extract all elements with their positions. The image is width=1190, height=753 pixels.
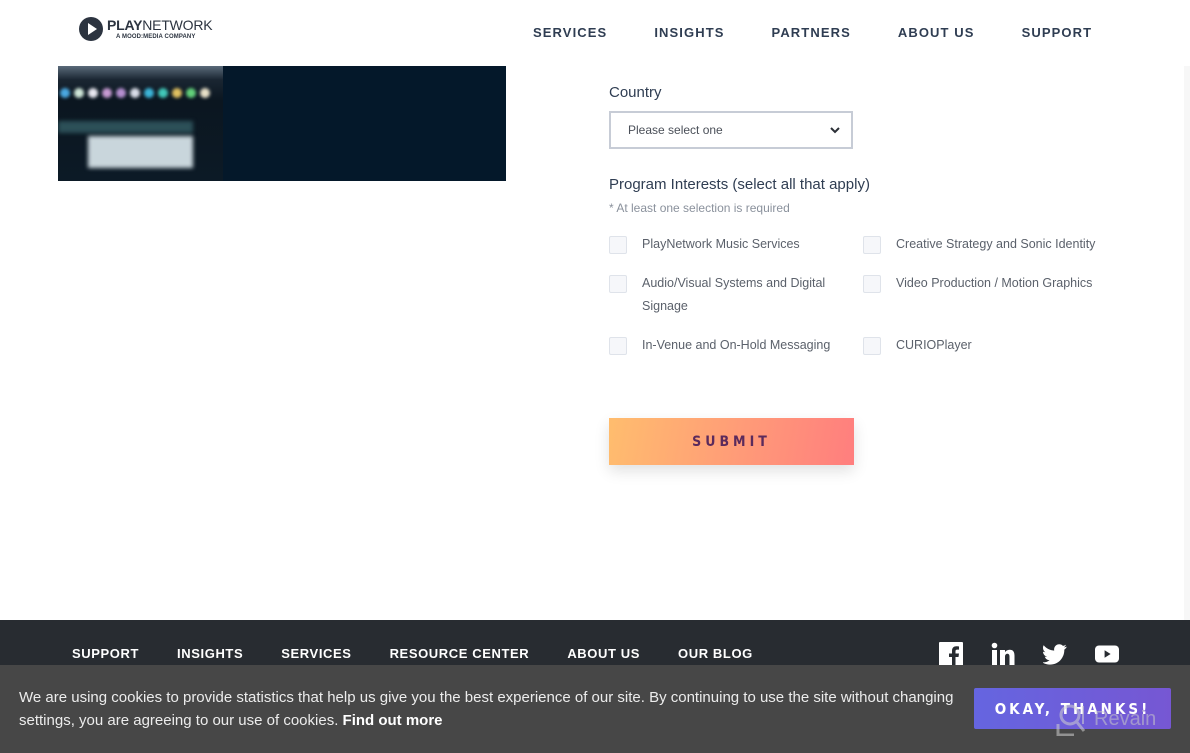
watermark-text: Revain xyxy=(1094,707,1157,730)
site-header: PLAYNETWORK A MOOD:MEDIA COMPANY SERVICE… xyxy=(0,0,1190,66)
checkbox-audio-visual-systems[interactable] xyxy=(609,275,627,293)
footer-nav-resource-center[interactable]: RESOURCE CENTER xyxy=(390,646,530,661)
facebook-icon[interactable] xyxy=(939,642,963,666)
interest-option[interactable]: Audio/Visual Systems and Digital Signage xyxy=(609,275,849,318)
twitter-icon[interactable] xyxy=(1043,642,1067,666)
hero-image xyxy=(58,66,506,181)
revain-watermark: Revain xyxy=(1056,702,1156,736)
main-nav: SERVICES INSIGHTS PARTNERS ABOUT US SUPP… xyxy=(533,25,1139,40)
cookie-message: We are using cookies to provide statisti… xyxy=(19,689,954,729)
chevron-down-icon xyxy=(830,127,840,134)
country-select-value: Please select one xyxy=(628,123,723,137)
interest-option[interactable]: PlayNetwork Music Services xyxy=(609,236,849,256)
interest-option[interactable]: In-Venue and On-Hold Messaging xyxy=(609,337,849,357)
social-links xyxy=(939,642,1147,666)
playnetwork-logo[interactable]: PLAYNETWORK A MOOD:MEDIA COMPANY xyxy=(79,17,213,41)
interest-option[interactable]: CURIOPlayer xyxy=(863,337,1123,357)
required-note: * At least one selection is required xyxy=(609,201,790,215)
youtube-icon[interactable] xyxy=(1095,642,1119,666)
checkbox-in-venue-messaging[interactable] xyxy=(609,337,627,355)
footer-nav-our-blog[interactable]: OUR BLOG xyxy=(678,646,753,661)
footer-nav: SUPPORT INSIGHTS SERVICES RESOURCE CENTE… xyxy=(72,646,791,661)
footer-nav-insights[interactable]: INSIGHTS xyxy=(177,646,243,661)
nav-insights[interactable]: INSIGHTS xyxy=(654,25,724,40)
country-select[interactable]: Please select one xyxy=(609,111,853,149)
checkbox-curioplayer[interactable] xyxy=(863,337,881,355)
revain-logo-icon xyxy=(1056,704,1086,736)
logo-tagline: A MOOD:MEDIA COMPANY xyxy=(116,34,196,40)
footer-nav-services[interactable]: SERVICES xyxy=(281,646,351,661)
nav-about-us[interactable]: ABOUT US xyxy=(898,25,975,40)
scrollbar[interactable] xyxy=(1184,0,1190,620)
page: PLAYNETWORK A MOOD:MEDIA COMPANY SERVICE… xyxy=(0,0,1190,753)
play-logo-icon xyxy=(79,17,103,41)
checkbox-creative-strategy[interactable] xyxy=(863,236,881,254)
checkbox-playnetwork-music-services[interactable] xyxy=(609,236,627,254)
interest-option[interactable]: Creative Strategy and Sonic Identity xyxy=(863,236,1123,256)
checkbox-video-production[interactable] xyxy=(863,275,881,293)
footer-nav-support[interactable]: SUPPORT xyxy=(72,646,139,661)
cookie-banner: We are using cookies to provide statisti… xyxy=(0,665,1190,753)
linkedin-icon[interactable] xyxy=(991,642,1015,666)
logo-name: PLAYNETWORK xyxy=(107,17,213,33)
interest-option[interactable]: Video Production / Motion Graphics xyxy=(863,275,1123,295)
find-out-more-link[interactable]: Find out more xyxy=(343,712,443,729)
nav-support[interactable]: SUPPORT xyxy=(1022,25,1093,40)
submit-button[interactable]: SUBMIT xyxy=(609,418,854,465)
nav-services[interactable]: SERVICES xyxy=(533,25,607,40)
nav-partners[interactable]: PARTNERS xyxy=(772,25,851,40)
country-label: Country xyxy=(609,84,662,101)
footer-nav-about-us[interactable]: ABOUT US xyxy=(567,646,640,661)
program-interests-label: Program Interests (select all that apply… xyxy=(609,176,870,193)
